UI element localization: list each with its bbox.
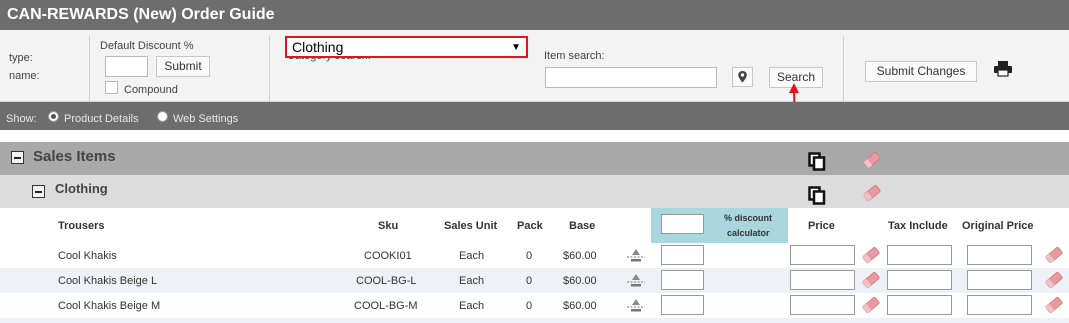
row-pack: 0 — [526, 275, 533, 287]
eraser-icon[interactable] — [1044, 246, 1064, 264]
table-row: Cool Khakis COOKI01 Each 0 $60.00 — [0, 243, 1069, 268]
row-sku: COOL-BG-M — [354, 300, 418, 312]
show-bar: Show: Product Details Web Settings — [0, 102, 1069, 130]
price-tiers-icon[interactable] — [625, 273, 647, 289]
category-select-value: Clothing — [292, 39, 344, 55]
row-base: $60.00 — [563, 300, 597, 312]
default-discount-label: Default Discount % — [100, 40, 194, 52]
price-tiers-icon[interactable] — [625, 298, 647, 314]
clothing-section: Clothing — [0, 175, 1069, 208]
row-sku: COOL-BG-L — [356, 275, 417, 287]
page-title: CAN-REWARDS (New) Order Guide — [7, 6, 275, 23]
row-unit: Each — [459, 300, 485, 312]
eraser-icon[interactable] — [862, 184, 882, 202]
discount-input[interactable] — [661, 245, 704, 265]
submit-discount-button[interactable]: Submit — [156, 56, 210, 77]
tax-include-input[interactable] — [887, 245, 952, 265]
table-row — [0, 318, 1069, 323]
original-price-input[interactable] — [967, 245, 1032, 265]
header-name: Trousers — [58, 220, 105, 232]
divider — [89, 36, 90, 102]
eraser-icon[interactable] — [861, 246, 881, 264]
compound-label: Compound — [124, 84, 178, 96]
header-price: Price — [808, 220, 835, 232]
discount-input[interactable] — [661, 295, 704, 315]
header-base: Base — [569, 220, 596, 232]
header-tax-include: Tax Include — [888, 220, 948, 232]
title-bar: CAN-REWARDS (New) Order Guide — [0, 0, 1069, 30]
row-sku: COOKI01 — [364, 250, 412, 262]
original-price-input[interactable] — [967, 295, 1032, 315]
eraser-icon[interactable] — [861, 296, 881, 314]
clothing-title: Clothing — [55, 181, 108, 196]
copy-icon[interactable] — [808, 186, 826, 205]
table-row: Cool Khakis Beige M COOL-BG-M Each 0 $60… — [0, 293, 1069, 318]
compound-checkbox[interactable] — [105, 81, 118, 94]
row-pack: 0 — [526, 300, 533, 312]
dropdown-arrow-icon: ▼ — [511, 42, 521, 53]
web-settings-radio[interactable] — [157, 111, 168, 122]
calculator-label-line1: % discount — [724, 213, 773, 223]
tax-include-input[interactable] — [887, 270, 952, 290]
table-header: Trousers Sku Sales Unit Pack Base Price … — [0, 208, 1069, 243]
header-sku: Sku — [378, 220, 399, 232]
show-label: Show: — [6, 113, 37, 125]
spacer — [0, 130, 1069, 142]
row-unit: Each — [459, 250, 485, 262]
discount-calculator-input[interactable] — [661, 214, 704, 234]
row-name: Cool Khakis — [58, 250, 117, 262]
web-settings-label: Web Settings — [173, 113, 239, 125]
discount-input[interactable] — [661, 270, 704, 290]
price-tiers-icon[interactable] — [625, 248, 647, 264]
default-discount-input[interactable] — [105, 56, 148, 77]
row-base: $60.00 — [563, 250, 597, 262]
eraser-icon[interactable] — [861, 271, 881, 289]
minus-square-icon[interactable] — [32, 185, 45, 198]
row-name: Cool Khakis Beige L — [58, 275, 158, 287]
table-row: Cool Khakis Beige L COOL-BG-L Each 0 $60… — [0, 268, 1069, 293]
map-pin-icon — [738, 71, 747, 83]
header-pack: Pack — [517, 220, 543, 232]
calculator-label-line2: calculator — [727, 228, 770, 238]
price-input[interactable] — [790, 245, 855, 265]
eraser-icon[interactable] — [862, 151, 882, 169]
category-select[interactable]: Clothing ▼ — [285, 36, 528, 58]
price-input[interactable] — [790, 270, 855, 290]
minus-square-icon[interactable] — [11, 151, 24, 164]
type-label: type: — [9, 52, 33, 64]
header-sales-unit: Sales Unit — [444, 220, 498, 232]
divider — [843, 36, 844, 102]
original-price-input[interactable] — [967, 270, 1032, 290]
tax-include-input[interactable] — [887, 295, 952, 315]
row-pack: 0 — [526, 250, 533, 262]
header-original-price: Original Price — [962, 220, 1034, 232]
sales-items-section: Sales Items — [0, 142, 1069, 175]
row-base: $60.00 — [563, 275, 597, 287]
item-search-input[interactable] — [545, 67, 717, 88]
product-details-label: Product Details — [64, 113, 139, 125]
row-name: Cool Khakis Beige M — [58, 300, 161, 312]
divider — [269, 36, 270, 102]
product-details-radio[interactable] — [48, 111, 59, 122]
map-pin-button[interactable] — [732, 67, 753, 87]
price-input[interactable] — [790, 295, 855, 315]
sales-items-title: Sales Items — [33, 148, 116, 165]
item-search-label: Item search: — [544, 50, 605, 62]
copy-icon[interactable] — [808, 152, 826, 171]
eraser-icon[interactable] — [1044, 271, 1064, 289]
eraser-icon[interactable] — [1044, 296, 1064, 314]
printer-icon[interactable] — [993, 60, 1013, 77]
row-unit: Each — [459, 275, 485, 287]
discount-calculator-header: % discount calculator — [651, 208, 788, 243]
submit-changes-button[interactable]: Submit Changes — [865, 61, 977, 82]
name-label: name: — [9, 70, 40, 82]
